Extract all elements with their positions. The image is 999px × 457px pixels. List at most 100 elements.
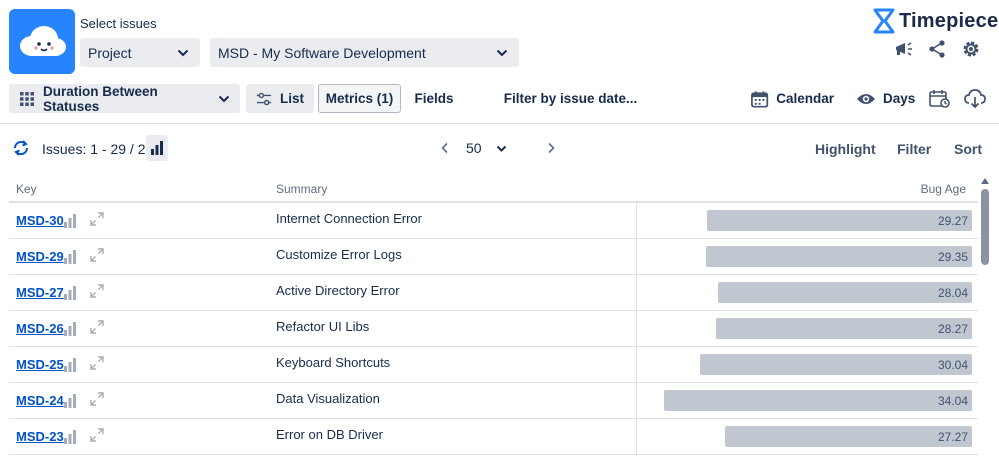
table-row[interactable]: MSD-23 Error on DB Driver 27.27	[9, 419, 978, 455]
project-space-dropdown[interactable]: MSD - My Software Development	[210, 38, 519, 67]
bar-chart-icon[interactable]	[63, 394, 77, 408]
table-row[interactable]: MSD-27 Active Directory Error 28.04	[9, 275, 978, 311]
toolbar-divider	[0, 123, 999, 124]
table-row[interactable]: MSD-26 Refactor UI Libs 28.27	[9, 311, 978, 347]
issue-summary: Refactor UI Libs	[276, 319, 370, 334]
chevron-down-icon	[218, 95, 230, 102]
expand-icon[interactable]	[89, 391, 105, 407]
sort-button[interactable]: Sort	[954, 141, 982, 157]
calendar-label: Calendar	[776, 91, 834, 106]
bug-age-bar	[700, 354, 972, 375]
bar-chart-icon[interactable]	[63, 214, 77, 228]
issue-key-link[interactable]: MSD-30	[16, 213, 64, 228]
issue-key-link[interactable]: MSD-25	[16, 357, 64, 372]
project-space-value: MSD - My Software Development	[218, 44, 426, 61]
issue-summary: Internet Connection Error	[276, 211, 422, 226]
metrics-button[interactable]: Metrics (1)	[318, 84, 401, 113]
previous-page-button[interactable]	[438, 140, 452, 156]
chevron-down-icon	[176, 46, 190, 60]
chevron-down-icon	[495, 46, 509, 60]
bug-age-value: 28.04	[937, 286, 968, 300]
filter-button[interactable]: Filter	[897, 141, 931, 157]
bar-chart-icon[interactable]	[63, 286, 77, 300]
issue-summary: Keyboard Shortcuts	[276, 355, 391, 370]
expand-icon[interactable]	[89, 247, 105, 263]
bar-chart-icon[interactable]	[63, 250, 77, 264]
issue-summary: Customize Error Logs	[276, 247, 402, 262]
calendar-button[interactable]: Calendar	[750, 84, 834, 113]
table-row[interactable]: MSD-25 Keyboard Shortcuts 30.04	[9, 347, 978, 383]
bug-age-value: 28.27	[937, 322, 968, 336]
table-row[interactable]: MSD-29 Customize Error Logs 29.35	[9, 239, 978, 275]
scroll-up-arrow-icon[interactable]	[980, 177, 990, 185]
page-size-select[interactable]: 50	[466, 137, 507, 159]
scrollbar-thumb[interactable]	[981, 189, 989, 265]
issue-key-link[interactable]: MSD-23	[16, 429, 64, 444]
days-button[interactable]: Days	[856, 84, 916, 113]
table-row[interactable]: MSD-24 Data Visualization 34.04	[9, 383, 978, 419]
issues-count: Issues: 1 - 29 / 29	[42, 141, 154, 157]
expand-icon[interactable]	[89, 427, 105, 443]
table-body: MSD-30 Internet Connection Error 29.27 MSD-…	[9, 203, 978, 455]
select-issues-label: Select issues	[80, 16, 157, 31]
days-label: Days	[883, 91, 916, 106]
grid-icon	[20, 91, 34, 106]
calendar-settings-icon[interactable]	[929, 89, 951, 109]
bug-age-bar	[718, 282, 972, 303]
table-row[interactable]: MSD-30 Internet Connection Error 29.27	[9, 203, 978, 239]
share-icon[interactable]	[927, 39, 947, 59]
scrollbar[interactable]	[979, 177, 991, 457]
bug-age-value: 29.27	[937, 214, 968, 228]
header: Select issues Project MSD - My Software …	[0, 0, 999, 80]
column-header-summary[interactable]: Summary	[276, 182, 327, 196]
chart-toggle-button[interactable]	[146, 135, 168, 161]
bug-age-bar	[706, 246, 972, 267]
bug-age-bar	[725, 426, 972, 447]
bug-age-value: 34.04	[937, 394, 968, 408]
issue-key-link[interactable]: MSD-29	[16, 249, 64, 264]
issue-key-link[interactable]: MSD-24	[16, 393, 64, 408]
bug-age-value: 30.04	[937, 358, 968, 372]
app-logo	[9, 9, 75, 74]
column-header-bug-age[interactable]: Bug Age	[921, 182, 966, 196]
bug-age-value: 29.35	[937, 250, 968, 264]
bar-chart-icon[interactable]	[63, 358, 77, 372]
chevron-right-icon	[548, 142, 555, 154]
cloud-icon	[20, 25, 66, 56]
bug-age-bar	[664, 390, 972, 411]
issues-table: Key Summary Bug Age MSD-30 Internet Conne…	[9, 177, 978, 455]
chevron-down-icon	[496, 145, 506, 152]
report-type-dropdown[interactable]: Duration Between Statuses	[9, 83, 240, 114]
report-type-label: Duration Between Statuses	[43, 83, 158, 114]
highlight-button[interactable]: Highlight	[815, 141, 876, 157]
column-separator	[636, 383, 637, 419]
list-label: List	[279, 91, 304, 106]
bar-chart-icon[interactable]	[63, 430, 77, 444]
expand-icon[interactable]	[89, 283, 105, 299]
table-header: Key Summary Bug Age	[9, 177, 978, 203]
announce-icon[interactable]	[893, 39, 913, 59]
column-header-key[interactable]: Key	[16, 182, 37, 196]
gear-icon[interactable]	[961, 39, 981, 59]
issue-summary: Error on DB Driver	[276, 427, 383, 442]
next-page-button[interactable]	[544, 140, 558, 156]
project-dropdown[interactable]: Project	[80, 38, 200, 67]
bar-chart-icon[interactable]	[63, 322, 77, 336]
chevron-left-icon	[441, 142, 448, 154]
expand-icon[interactable]	[89, 211, 105, 227]
column-separator	[636, 203, 637, 239]
list-button[interactable]: List	[246, 84, 314, 113]
fields-button[interactable]: Fields	[408, 84, 460, 113]
bug-age-value: 27.27	[937, 430, 968, 444]
toolbar: Duration Between Statuses List Metrics (…	[0, 84, 999, 116]
issue-key-link[interactable]: MSD-26	[16, 321, 64, 336]
expand-icon[interactable]	[89, 355, 105, 371]
issue-key-link[interactable]: MSD-27	[16, 285, 64, 300]
cloud-download-icon[interactable]	[964, 89, 986, 109]
filter-by-date-button[interactable]: Filter by issue date...	[503, 84, 638, 113]
expand-icon[interactable]	[89, 319, 105, 335]
column-separator	[636, 347, 637, 383]
bar-chart-icon	[151, 141, 163, 155]
sliders-icon	[256, 92, 272, 105]
refresh-icon[interactable]	[12, 139, 30, 157]
